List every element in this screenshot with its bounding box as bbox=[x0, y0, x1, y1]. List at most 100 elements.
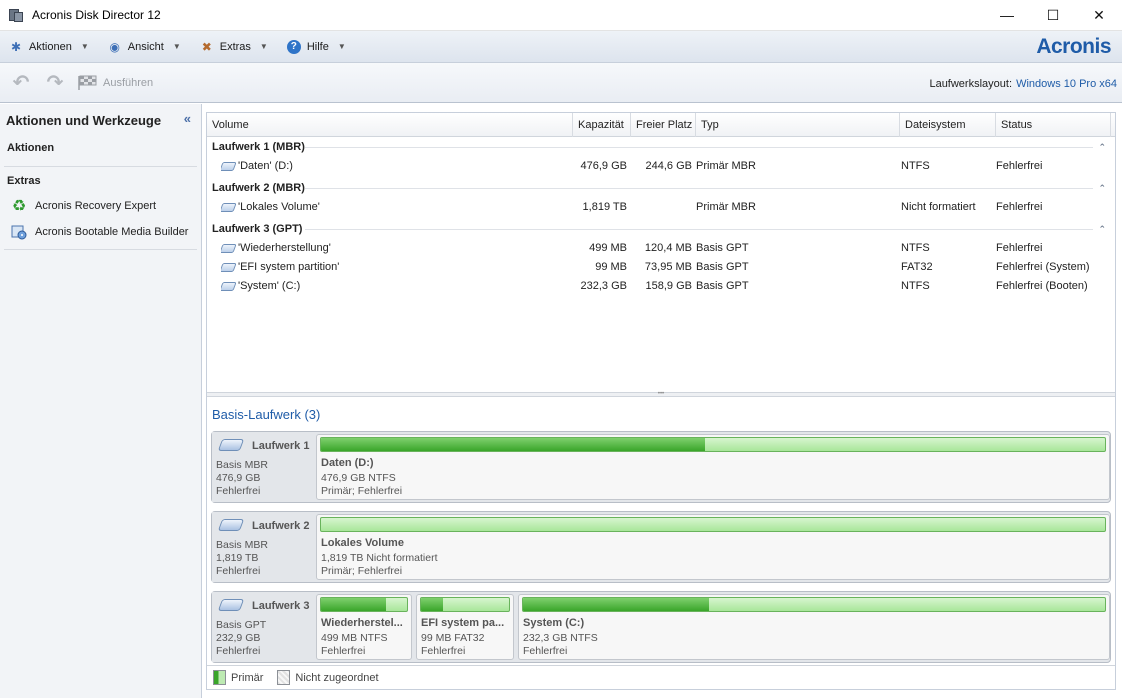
redo-button[interactable]: ↷ bbox=[42, 70, 68, 96]
partition-name: EFI system pa... bbox=[421, 617, 505, 629]
partition-name: Wiederherstel... bbox=[321, 617, 403, 629]
volume-name: 'EFI system partition' bbox=[238, 261, 340, 273]
volume-name: 'Wiederherstellung' bbox=[238, 242, 331, 254]
free-space-cell: 158,9 GB bbox=[645, 280, 692, 292]
type-cell: Basis GPT bbox=[696, 261, 749, 273]
partition-info: 476,9 GB NTFS bbox=[321, 472, 396, 484]
legend-primary: Primär bbox=[231, 671, 264, 684]
usage-bar bbox=[522, 597, 1106, 612]
unallocated-swatch bbox=[277, 670, 291, 685]
volume-name-cell: 'System' (C:) bbox=[221, 277, 300, 296]
section-extras: Extras bbox=[7, 175, 41, 187]
extras-bootable-media-builder-label: Acronis Bootable Media Builder bbox=[35, 226, 189, 238]
volume-grid-header: Volume Kapazität Freier Platz Typ Dateis… bbox=[207, 113, 1115, 137]
minimize-button[interactable]: — bbox=[984, 0, 1030, 30]
column-header-type[interactable]: Typ bbox=[696, 113, 900, 137]
checkered-flag-icon bbox=[76, 75, 98, 91]
volume-name-cell: 'EFI system partition' bbox=[221, 258, 339, 277]
brand-logo: Acronis bbox=[1036, 35, 1111, 58]
volume-name: 'Daten' (D:) bbox=[238, 160, 293, 172]
type-cell: Primär MBR bbox=[696, 160, 756, 172]
divider bbox=[4, 166, 197, 167]
volume-name-cell: 'Wiederherstellung' bbox=[221, 239, 331, 258]
maximize-button[interactable]: ☐ bbox=[1030, 0, 1076, 30]
actions-panel: Aktionen und Werkzeuge « Aktionen Extras… bbox=[0, 104, 202, 698]
menu-extras-label: Extras bbox=[219, 40, 251, 53]
table-row[interactable]: 'Lokales Volume' 1,819 TB Primär MBR Nic… bbox=[207, 198, 1115, 217]
group-divider bbox=[305, 147, 1093, 148]
disk-card-3[interactable]: Laufwerk 3 Basis GPT 232,9 GB Fehlerfrei… bbox=[211, 591, 1111, 663]
volume-icon bbox=[221, 161, 237, 171]
type-cell: Basis GPT bbox=[696, 242, 749, 254]
column-header-free-space[interactable]: Freier Platz bbox=[631, 113, 696, 137]
layout-value-link[interactable]: Windows 10 Pro x64 bbox=[1016, 78, 1117, 90]
execute-button[interactable]: Ausführen bbox=[76, 75, 153, 91]
partition-state: Primär; Fehlerfrei bbox=[321, 565, 403, 577]
column-header-status[interactable]: Status bbox=[996, 113, 1111, 137]
partition-block[interactable]: EFI system pa... 99 MB FAT32 Fehlerfrei bbox=[416, 594, 514, 660]
group-row-disk-3[interactable]: Laufwerk 3 (GPT) ⌃ bbox=[207, 219, 1115, 239]
group-row-disk-1[interactable]: Laufwerk 1 (MBR) ⌃ bbox=[207, 137, 1115, 157]
disk-card-2[interactable]: Laufwerk 2 Basis MBR 1,819 TB Fehlerfrei… bbox=[211, 511, 1111, 583]
collapse-panel-icon[interactable]: « bbox=[184, 111, 191, 126]
partition-name: Daten (D:) bbox=[321, 457, 374, 469]
collapse-group-icon[interactable]: ⌃ bbox=[1098, 219, 1106, 239]
column-header-volume[interactable]: Volume bbox=[207, 113, 573, 137]
free-space-cell: 244,6 GB bbox=[645, 160, 692, 172]
disk-card-1[interactable]: Laufwerk 1 Basis MBR 476,9 GB Fehlerfrei… bbox=[211, 431, 1111, 503]
menu-hilfe[interactable]: ? Hilfe ▼ bbox=[278, 35, 352, 59]
close-button[interactable]: ✕ bbox=[1076, 0, 1122, 30]
disk-info: Laufwerk 1 Basis MBR 476,9 GB Fehlerfrei bbox=[212, 432, 316, 502]
collapse-group-icon[interactable]: ⌃ bbox=[1098, 178, 1106, 198]
table-row[interactable]: 'Daten' (D:) 476,9 GB 244,6 GB Primär MB… bbox=[207, 157, 1115, 176]
status-cell: Fehlerfrei (Booten) bbox=[996, 280, 1088, 292]
extras-bootable-media-builder[interactable]: Acronis Bootable Media Builder bbox=[0, 219, 201, 245]
menu-ansicht[interactable]: ◉ Ansicht ▼ bbox=[99, 35, 187, 59]
collapse-group-icon[interactable]: ⌃ bbox=[1098, 137, 1106, 157]
type-cell: Basis GPT bbox=[696, 280, 749, 292]
disk-name: Laufwerk 2 bbox=[252, 520, 310, 532]
disk-style: Basis MBR bbox=[216, 459, 268, 471]
usage-bar-fill bbox=[321, 438, 706, 451]
menu-aktionen-label: Aktionen bbox=[29, 40, 72, 53]
partition-block[interactable]: System (C:) 232,3 GB NTFS Fehlerfrei bbox=[518, 594, 1110, 660]
partition-name: System (C:) bbox=[523, 617, 585, 629]
layout-label: Laufwerkslayout: bbox=[929, 78, 1012, 90]
usage-bar-fill bbox=[421, 598, 443, 611]
table-row[interactable]: 'Wiederherstellung' 499 MB 120,4 MB Basi… bbox=[207, 239, 1115, 258]
menu-bar: ✱ Aktionen ▼ ◉ Ansicht ▼ ✖ Extras ▼ ? Hi… bbox=[0, 31, 1122, 63]
partition-block[interactable]: Daten (D:) 476,9 GB NTFS Primär; Fehlerf… bbox=[316, 434, 1110, 500]
app-icon bbox=[8, 7, 24, 23]
runner-icon: ✱ bbox=[10, 39, 22, 54]
partition-block[interactable]: Wiederherstel... 499 MB NTFS Fehlerfrei bbox=[316, 594, 412, 660]
disk-map-title: Basis-Laufwerk (3) bbox=[212, 407, 321, 422]
menu-aktionen[interactable]: ✱ Aktionen ▼ bbox=[0, 35, 95, 59]
partition-info: 99 MB FAT32 bbox=[421, 632, 485, 644]
volume-name: 'Lokales Volume' bbox=[238, 201, 320, 213]
extras-recovery-expert[interactable]: ♻ Acronis Recovery Expert bbox=[0, 193, 201, 219]
tools-icon: ✖ bbox=[201, 39, 212, 54]
menu-extras[interactable]: ✖ Extras ▼ bbox=[191, 35, 274, 59]
column-header-filesystem[interactable]: Dateisystem bbox=[900, 113, 996, 137]
section-actions: Aktionen bbox=[7, 142, 55, 154]
filesystem-cell: NTFS bbox=[901, 242, 930, 254]
capacity-cell: 1,819 TB bbox=[582, 201, 627, 213]
undo-button[interactable]: ↶ bbox=[8, 70, 34, 96]
group-divider bbox=[305, 188, 1093, 189]
usage-bar bbox=[320, 517, 1106, 532]
disk-status: Fehlerfrei bbox=[216, 565, 261, 577]
column-header-capacity[interactable]: Kapazität bbox=[573, 113, 631, 137]
pane-splitter[interactable]: ••• bbox=[207, 391, 1115, 397]
volume-icon bbox=[221, 281, 237, 291]
volume-grid-body: Laufwerk 1 (MBR) ⌃ 'Daten' (D:) 476,9 GB… bbox=[207, 137, 1115, 296]
group-row-disk-2[interactable]: Laufwerk 2 (MBR) ⌃ bbox=[207, 178, 1115, 198]
partition-block[interactable]: Lokales Volume 1,819 TB Nicht formatiert… bbox=[316, 514, 1110, 580]
table-row[interactable]: 'System' (C:) 232,3 GB 158,9 GB Basis GP… bbox=[207, 277, 1115, 296]
media-builder-icon bbox=[10, 223, 28, 241]
disk-size: 476,9 GB bbox=[216, 472, 261, 484]
legend-unallocated: Nicht zugeordnet bbox=[295, 671, 379, 684]
capacity-cell: 476,9 GB bbox=[580, 160, 627, 172]
actions-panel-title: Aktionen und Werkzeuge bbox=[6, 112, 162, 128]
disk-icon bbox=[217, 519, 245, 531]
table-row[interactable]: 'EFI system partition' 99 MB 73,95 MB Ba… bbox=[207, 258, 1115, 277]
